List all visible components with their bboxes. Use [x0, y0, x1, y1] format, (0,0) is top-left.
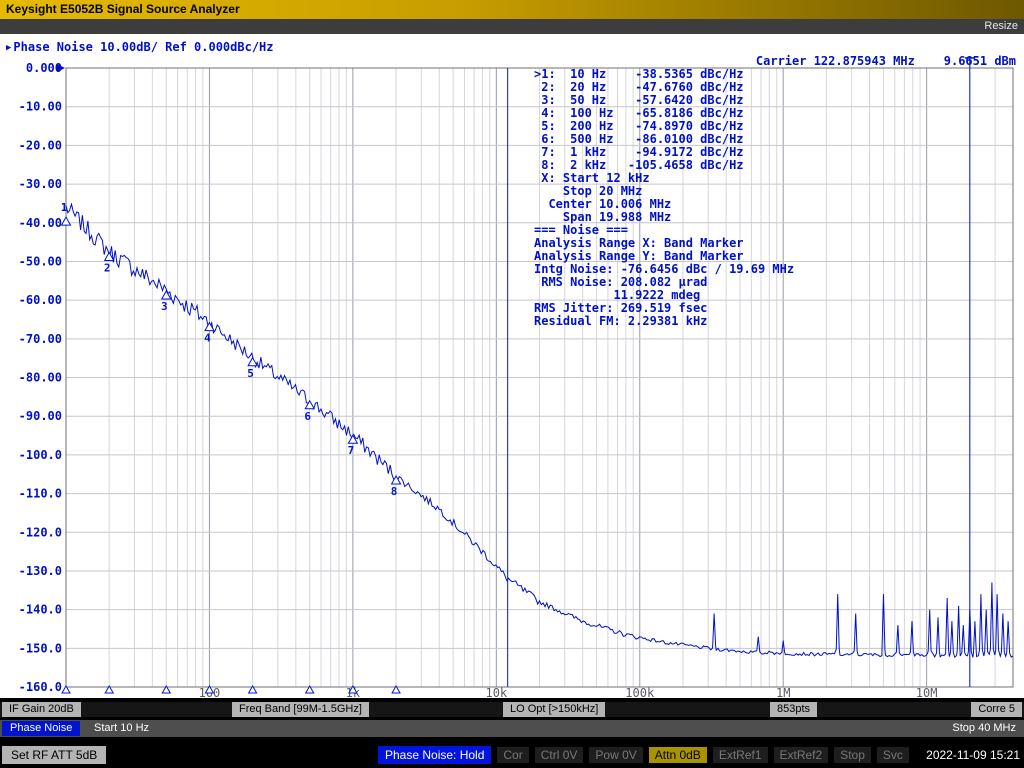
extref1-indicator: ExtRef1	[713, 747, 768, 763]
display-screen: ▶Phase Noise 10.00dB/ Ref 0.000dBc/Hz Ca…	[0, 34, 1024, 698]
svg-text:8: 8	[391, 485, 398, 498]
cor-indicator: Cor	[497, 747, 528, 763]
status-indicator-cluster: Phase Noise: Hold Cor Ctrl 0V Pow 0V Att…	[378, 746, 1020, 764]
tab-phase-noise[interactable]: Phase Noise	[2, 721, 80, 736]
svg-text:-20.00: -20.00	[19, 138, 62, 152]
y-axis-labels: 0.000 -10.00 -20.00 -30.00 -40.00 -50.00 -60.0…	[19, 61, 62, 694]
if-gain-status[interactable]: IF Gain 20dB	[2, 702, 81, 717]
svg-text:-100.0: -100.0	[19, 448, 62, 462]
svg-text:-30.00: -30.00	[19, 177, 62, 191]
svg-text:-140.0: -140.0	[19, 603, 62, 617]
svg-text:-160.0: -160.0	[19, 680, 62, 694]
svg-text:-130.0: -130.0	[19, 564, 62, 578]
trace-markers[interactable]: 1 2 3 4 5 6 7 8	[61, 201, 401, 693]
rf-att-button[interactable]: Set RF ATT 5dB	[2, 746, 106, 764]
attn-indicator: Attn 0dB	[649, 747, 707, 763]
svg-text:-60.00: -60.00	[19, 293, 62, 307]
freq-band-status[interactable]: Freq Band [99M-1.5GHz]	[232, 702, 369, 717]
svg-text:-40.00: -40.00	[19, 216, 62, 230]
svg-text:-150.0: -150.0	[19, 641, 62, 655]
svg-text:3: 3	[161, 300, 168, 313]
svc-indicator: Svc	[877, 747, 909, 763]
menu-row: Resize	[0, 19, 1024, 34]
svg-text:5: 5	[247, 367, 254, 380]
svg-text:7: 7	[348, 444, 355, 457]
svg-text:2: 2	[104, 261, 111, 274]
correction-status[interactable]: Corre 5	[971, 702, 1022, 717]
marker-7-icon[interactable]	[348, 435, 357, 443]
svg-text:100k: 100k	[625, 686, 655, 698]
points-status[interactable]: 853pts	[770, 702, 817, 717]
svg-text:4: 4	[204, 332, 211, 345]
phase-noise-plot[interactable]: 0.000 -10.00 -20.00 -30.00 -40.00 -50.00 -60.0…	[0, 34, 1024, 698]
svg-text:0.000: 0.000	[26, 61, 62, 75]
sweep-start-label: Start 10 Hz	[94, 720, 149, 737]
svg-text:-90.00: -90.00	[19, 409, 62, 423]
window-title: Keysight E5052B Signal Source Analyzer	[6, 2, 240, 16]
lo-opt-status[interactable]: LO Opt [>150kHz]	[503, 702, 605, 717]
svg-text:10M: 10M	[916, 686, 938, 698]
marker-5-icon[interactable]	[248, 358, 257, 366]
stop-indicator: Stop	[834, 747, 871, 763]
svg-text:-120.0: -120.0	[19, 525, 62, 539]
titlebar: Keysight E5052B Signal Source Analyzer	[0, 0, 1024, 19]
svg-text:-50.00: -50.00	[19, 254, 62, 268]
measurement-state-badge[interactable]: Phase Noise: Hold	[378, 746, 491, 764]
svg-text:-110.0: -110.0	[19, 487, 62, 501]
marker-1-icon[interactable]	[62, 217, 71, 225]
pow-indicator: Pow 0V	[589, 747, 642, 763]
status-row-hardware: IF Gain 20dB Freq Band [99M-1.5GHz] LO O…	[0, 702, 1024, 717]
instrument-status-bar: Set RF ATT 5dB Phase Noise: Hold Cor Ctr…	[0, 742, 1024, 768]
marker-readout-block: >1: 10 Hz -38.5365 dBc/Hz 2: 20 Hz -47.6…	[534, 68, 794, 328]
svg-text:-10.00: -10.00	[19, 100, 62, 114]
ctrl-indicator: Ctrl 0V	[535, 747, 584, 763]
measurement-tab-bar: Phase Noise Start 10 Hz Stop 40 MHz	[0, 720, 1024, 737]
sweep-stop-label: Stop 40 MHz	[952, 720, 1016, 737]
resize-button[interactable]: Resize	[984, 19, 1018, 34]
svg-text:1M: 1M	[776, 686, 790, 698]
svg-text:-70.00: -70.00	[19, 332, 62, 346]
svg-text:10k: 10k	[485, 686, 507, 698]
datetime-display: 2022-11-09 15:21	[926, 748, 1020, 762]
svg-text:1: 1	[61, 201, 68, 214]
svg-text:6: 6	[304, 410, 311, 423]
instrument-window: Keysight E5052B Signal Source Analyzer R…	[0, 0, 1024, 768]
svg-text:-80.00: -80.00	[19, 371, 62, 385]
extref2-indicator: ExtRef2	[774, 747, 829, 763]
